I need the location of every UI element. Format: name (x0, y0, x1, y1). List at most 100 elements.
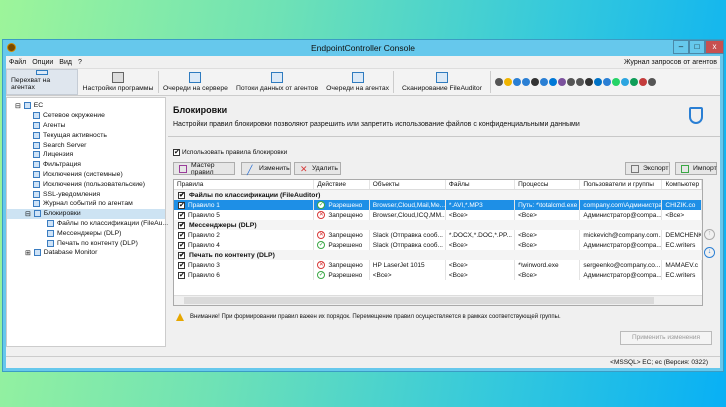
rule-checkbox[interactable]: ✔ (178, 211, 185, 219)
fileauditor-scan-button[interactable]: Сканирование FileAuditor (394, 69, 490, 95)
menu-view[interactable]: Вид (59, 59, 72, 66)
tree-item[interactable]: ⊟ EC (7, 101, 165, 111)
menu-options[interactable]: Опции (32, 59, 53, 66)
menu-help[interactable]: ? (78, 59, 82, 66)
column-header[interactable]: Пользователи и группы (580, 180, 663, 189)
rule-checkbox[interactable]: ✔ (178, 201, 185, 209)
slack-icon[interactable] (639, 78, 648, 86)
column-header[interactable]: Правила (174, 180, 315, 189)
keyboard-icon[interactable] (531, 78, 540, 86)
tree-item-label: Текущая активность (43, 131, 107, 139)
close-button[interactable]: x (705, 40, 724, 54)
checkbox[interactable]: ✔ (173, 149, 180, 156)
tree-item[interactable]: Текущая активность (7, 130, 165, 140)
check-circle-icon: ✓ (317, 271, 326, 279)
monitor-icon[interactable] (540, 78, 549, 86)
move-down-button[interactable]: ↓ (704, 247, 715, 258)
column-header[interactable]: Файлы (446, 180, 516, 189)
skype-icon[interactable] (549, 78, 558, 86)
expander-icon[interactable]: ⊞ (25, 249, 31, 257)
tree-item-label: SSL-уведомления (43, 190, 101, 198)
hangouts-icon[interactable] (630, 78, 639, 86)
tree-item[interactable]: ⊟ Блокировки (7, 208, 165, 219)
ftp-icon[interactable] (513, 78, 522, 86)
settings-icon (112, 72, 124, 83)
folder-icon[interactable] (504, 78, 513, 86)
rule-checkbox[interactable]: ✔ (178, 271, 185, 279)
column-header[interactable]: Объекты (370, 180, 446, 189)
agent-queues-button[interactable]: Очереди на агентах (322, 69, 393, 95)
microphone-icon[interactable] (576, 78, 585, 86)
cell-computer: DEMCHENK (662, 230, 702, 240)
table-row[interactable]: ✔ Правило 5 ✕ Запрещено Browser,Cloud,ICQ,MM… (174, 210, 702, 220)
expander-icon[interactable]: ⊟ (25, 210, 31, 218)
group-row[interactable]: ✔ Мессенджеры (DLP) (174, 220, 702, 230)
program-settings-button[interactable]: Настройки программы (78, 69, 158, 95)
maximize-button[interactable]: □ (689, 40, 705, 54)
scan-icon[interactable] (648, 78, 657, 86)
group-checkbox[interactable]: ✔ (178, 191, 185, 199)
tree-item[interactable]: Файлы по классификации (FileAu... (7, 219, 168, 229)
table-row[interactable]: ✔ Правило 3 ✕ Запрещено HP LaserJet 1015 <Все… (174, 260, 702, 270)
tree-item-label: EC (33, 102, 44, 110)
server-queues-button[interactable]: Очереди на сервере (159, 69, 232, 95)
agent-data-streams-button[interactable]: Потоки данных от агентов (232, 69, 322, 95)
column-header[interactable]: Процессы (515, 180, 581, 189)
column-header[interactable]: Действие (314, 180, 370, 189)
viber-icon[interactable] (558, 78, 567, 86)
button-label: Очереди на агентах (326, 85, 390, 92)
group-checkbox[interactable]: ✔ (178, 251, 185, 259)
globe-icon[interactable] (522, 78, 531, 86)
telegram-icon[interactable] (621, 78, 630, 86)
expander-icon[interactable]: ⊟ (15, 102, 21, 110)
menu-file[interactable]: Файл (9, 59, 26, 66)
apply-changes-button[interactable]: Применить изменения (620, 331, 712, 345)
icq-icon[interactable] (603, 78, 612, 86)
rule-checkbox[interactable]: ✔ (178, 261, 185, 269)
tree-item[interactable]: Лицензия (7, 150, 165, 160)
tree-item[interactable]: Журнал событий по агентам (7, 199, 165, 209)
whatsapp-icon[interactable] (612, 78, 621, 86)
table-row[interactable]: ✔ Правило 4 ✓ Разрешено Slack (Отправка сооб… (174, 240, 702, 250)
column-header[interactable]: Компьютер (662, 180, 702, 189)
horizontal-scrollbar[interactable] (174, 295, 702, 305)
cell-processes: <Все> (515, 230, 581, 240)
table-row[interactable]: ✔ Правило 2 ✕ Запрещено Slack (Отправка сооб… (174, 230, 702, 240)
tree-item[interactable]: Исключения (системные) (7, 170, 165, 180)
table-row[interactable]: ✔ Правило 6 ✓ Разрешено <Все> <Все> <Все> Админ… (174, 270, 702, 280)
tree-item[interactable]: SSL-уведомления (7, 189, 165, 199)
table-row[interactable]: ✔ Правило 1 ✓ Разрешено Browser,Cloud,Mail,M… (174, 200, 702, 210)
usb-icon[interactable] (495, 78, 504, 86)
group-row[interactable]: ✔ Печать по контенту (DLP) (174, 250, 702, 260)
printer-icon[interactable] (567, 78, 576, 86)
import-button[interactable]: Импорт (675, 162, 717, 175)
tree-item[interactable]: Search Server (7, 140, 165, 150)
scrollbar-thumb[interactable] (184, 297, 654, 304)
rule-checkbox[interactable]: ✔ (178, 231, 185, 239)
clock-icon[interactable] (585, 78, 594, 86)
group-row[interactable]: ✔ Файлы по классификации (FileAuditor) (174, 190, 702, 200)
group-name: Печать по контенту (DLP) (189, 251, 275, 259)
delete-button[interactable]: ✕ Удалить (294, 162, 341, 175)
outlook-icon[interactable] (594, 78, 603, 86)
tree-item[interactable]: Исключения (пользовательские) (7, 179, 165, 189)
agent-requests-log-link[interactable]: Журнал запросов от агентов (624, 59, 717, 66)
edit-button[interactable]: ╱ Изменить (241, 162, 291, 175)
export-button[interactable]: Экспорт (625, 162, 670, 175)
tree-item[interactable]: Сетевое окружение (7, 111, 165, 121)
minimize-button[interactable]: – (673, 40, 689, 54)
tree-item[interactable]: Агенты (7, 121, 165, 131)
tree-item[interactable]: Печать по контенту (DLP) (7, 238, 165, 248)
use-rules-checkbox[interactable]: ✔ Использовать правила блокировки (173, 149, 287, 156)
rule-checkbox[interactable]: ✔ (178, 241, 185, 249)
tree-item[interactable]: Фильтрация (7, 160, 165, 170)
intercept-on-agents-button[interactable]: Перехват на агентах (6, 69, 78, 95)
tree-item[interactable]: ⊞ Database Monitor (7, 248, 165, 258)
cell-text: sergeenko@company.co... (583, 261, 661, 269)
tree-item[interactable]: Мессенджеры (DLP) (7, 228, 165, 238)
tree-item-icon (47, 239, 54, 247)
button-label: Удалить (312, 165, 338, 172)
rules-wizard-button[interactable]: Мастер правил (173, 162, 235, 176)
group-checkbox[interactable]: ✔ (178, 221, 185, 229)
move-up-button[interactable]: ↑ (704, 229, 715, 240)
